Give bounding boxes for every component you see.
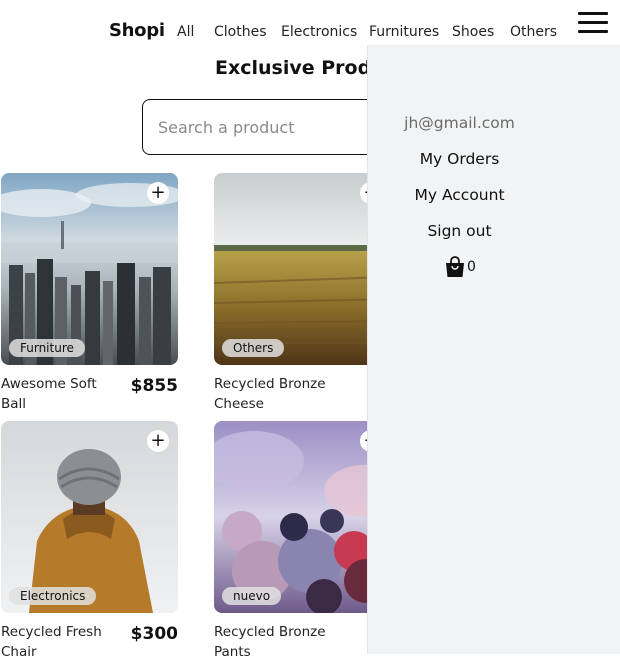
category-badge: nuevo [222,587,282,605]
cart-count: 0 [467,259,476,275]
my-orders-link[interactable]: My Orders [368,150,551,168]
product-name: Recycled Fresh Chair [1,624,102,660]
product-image[interactable]: Others + [214,173,391,365]
sign-out-link[interactable]: Sign out [368,222,551,240]
side-menu: jh@gmail.com My Orders My Account Sign o… [367,45,620,654]
product-card[interactable]: Others + Recycled Bronze Cheese $6 [214,173,391,412]
product-card[interactable]: Furniture + Awesome Soft Ball $855 [1,173,178,412]
product-image[interactable]: Furniture + [1,173,178,365]
product-name: Recycled Bronze Pants [214,624,326,660]
my-account-link[interactable]: My Account [368,186,551,204]
product-image[interactable]: Electronics + [1,421,178,613]
product-price: $300 [130,624,178,644]
product-image[interactable]: nuevo + [214,421,391,613]
add-to-cart-button[interactable]: + [147,430,169,452]
product-price: $855 [130,376,178,396]
nav-link-clothes[interactable]: Clothes [214,24,267,40]
nav-link-all[interactable]: All [177,24,194,40]
hamburger-icon[interactable] [578,12,608,36]
product-card[interactable]: nuevo + Recycled Bronze Pants $5 [214,421,391,660]
shopping-bag-icon [446,256,464,277]
product-card[interactable]: Electronics + Recycled Fresh Chair $300 [1,421,178,660]
brand-logo[interactable]: Shopi [109,20,165,41]
category-badge: Furniture [9,339,85,357]
cart-button[interactable]: 0 [444,256,484,278]
category-badge: Electronics [9,587,97,605]
nav-link-electronics[interactable]: Electronics [281,24,357,40]
user-email: jh@gmail.com [404,114,515,132]
nav-link-others[interactable]: Others [510,24,557,40]
add-to-cart-button[interactable]: + [147,182,169,204]
nav-link-shoes[interactable]: Shoes [452,24,494,40]
product-name: Recycled Bronze Cheese [214,376,326,412]
nav-link-furnitures[interactable]: Furnitures [369,24,439,40]
product-name: Awesome Soft Ball [1,376,97,412]
category-badge: Others [222,339,285,357]
